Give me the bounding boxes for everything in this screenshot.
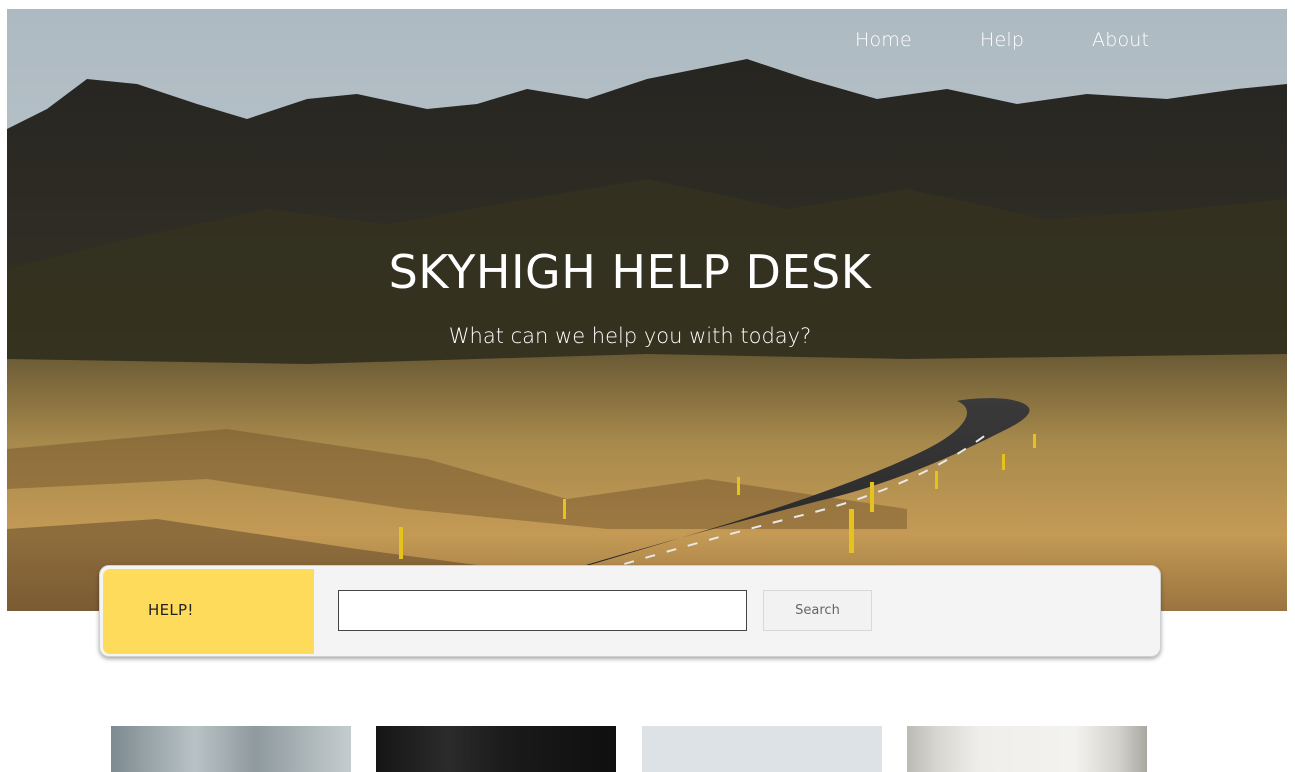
nav-help-link[interactable]: Help — [980, 29, 1024, 51]
category-card-image-2[interactable] — [376, 726, 616, 772]
search-panel: HELP! Search — [99, 565, 1161, 657]
search-button[interactable]: Search — [763, 590, 872, 631]
nav-home-link[interactable]: Home — [855, 29, 912, 51]
nav-about-link[interactable]: About — [1092, 29, 1149, 51]
hero-subtitle: What can we help you with today? — [448, 324, 812, 348]
hero-title: SKYHIGH HELP DESK — [388, 245, 872, 299]
hero-banner: Home Help About SKYHIGH HELP DESK What c… — [7, 9, 1287, 611]
search-input[interactable] — [338, 590, 747, 631]
hero-background-image — [7, 9, 1287, 611]
category-card-image-3[interactable] — [642, 726, 882, 772]
category-card-image-4[interactable] — [907, 726, 1147, 772]
help-label: HELP! — [148, 601, 194, 619]
category-card-image-1[interactable] — [111, 726, 351, 772]
page: Home Help About SKYHIGH HELP DESK What c… — [0, 0, 1295, 772]
top-nav: Home Help About — [7, 29, 1287, 55]
help-badge: HELP! — [103, 569, 314, 654]
